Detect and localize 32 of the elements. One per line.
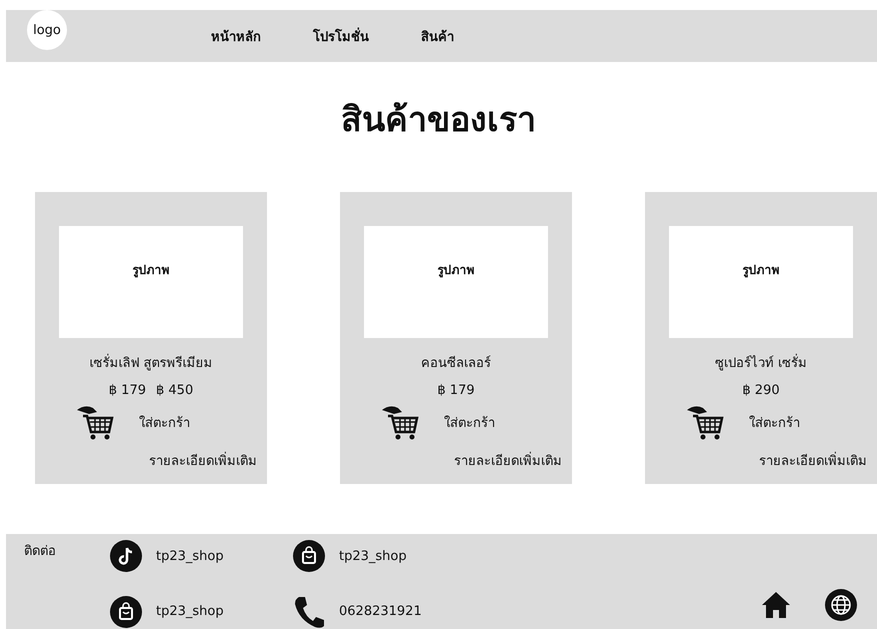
globe-icon[interactable] [825,588,857,620]
product-name: คอนซีลเลอร์ [421,354,491,373]
nav-link[interactable]: สินค้า [421,26,454,46]
product-price: ฿ 179 [108,383,146,398]
contact-label: ติดต่อ [24,543,56,561]
add-to-cart-link[interactable]: ใส่ตะกร้า [444,412,495,432]
add-to-cart-link[interactable]: ใส่ตะกร้า [139,412,190,432]
details-link[interactable]: รายละเอียดเพิ่มเติม [454,450,562,471]
page-title: สินค้าของเรา [340,99,537,142]
shopping-bag-icon[interactable] [110,596,142,628]
image-label: รูปภาพ [132,262,170,280]
shopping-bag-icon[interactable] [293,540,325,572]
product-price: ฿ 450 [156,383,194,398]
logo[interactable]: logo [27,10,67,50]
home-icon[interactable] [761,590,791,618]
contact-text: tp23_shop [156,548,224,564]
contact-text: tp23_shop [339,548,407,564]
nav-link[interactable]: โปรโมชั่น [313,26,369,46]
product-price: ฿ 290 [742,383,780,398]
music-note-icon[interactable] [110,540,142,572]
contact-text: tp23_shop [156,604,224,620]
contact-text: 0628231921 [339,604,422,620]
details-link[interactable]: รายละเอียดเพิ่มเติม [759,450,867,471]
phone-icon[interactable] [293,594,325,629]
product-price: ฿ 179 [437,383,475,398]
add-to-cart-link[interactable]: ใส่ตะกร้า [749,412,800,432]
product-name: เซรั่มเลิฟ สูตรพรีเมียม [89,352,213,373]
product-name: ซูเปอร์ไวท์ เซรั่ม [714,352,808,373]
details-link[interactable]: รายละเอียดเพิ่มเติม [149,450,257,471]
nav-link[interactable]: หน้าหลัก [211,26,261,46]
image-label: รูปภาพ [438,262,474,280]
image-label: รูปภาพ [742,262,780,280]
